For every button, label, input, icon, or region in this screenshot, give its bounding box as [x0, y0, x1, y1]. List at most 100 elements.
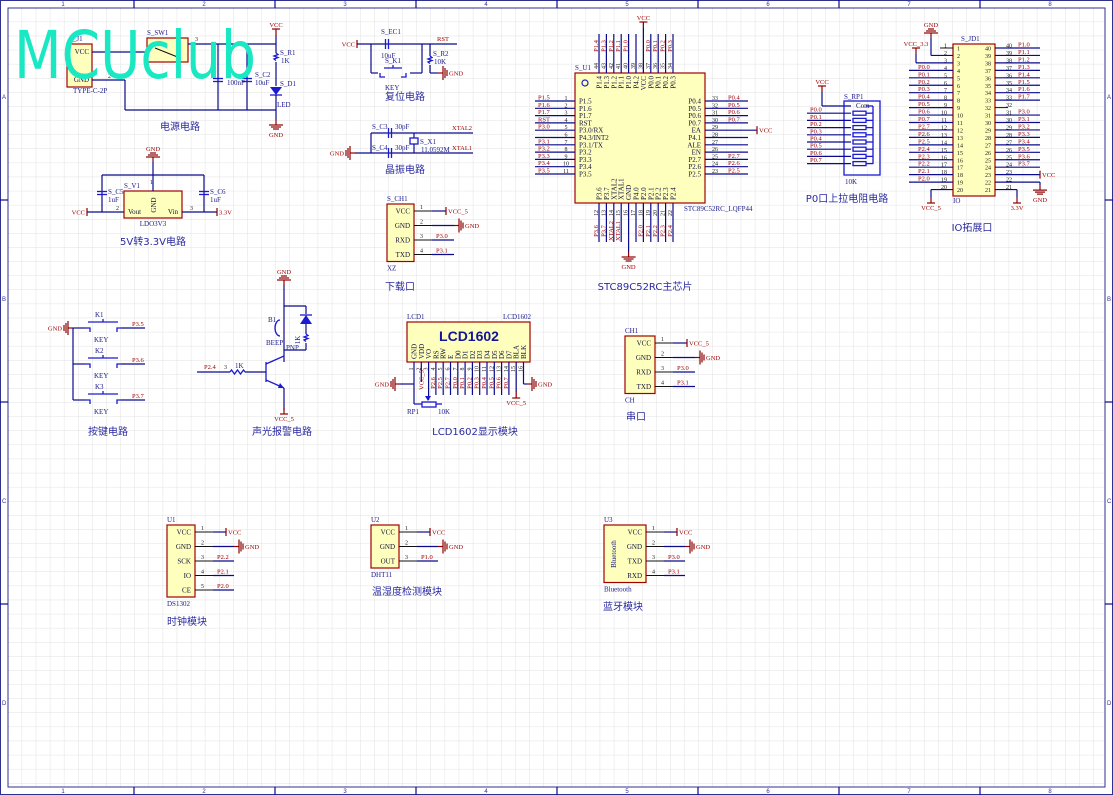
value: 1uF [108, 196, 119, 204]
power-port-label: VCC_5 [274, 416, 294, 423]
power-port-label: VCC [815, 79, 828, 86]
value: 1K [235, 362, 244, 370]
pin-number: 39 [985, 54, 991, 60]
designator: S_D1 [280, 80, 296, 88]
ground-label: GND [330, 151, 344, 158]
designator: LCD1 [407, 313, 425, 321]
net-label: P0.6 [918, 109, 930, 116]
net-label: P0.3 [667, 40, 674, 52]
pin-number: 11 [957, 121, 963, 127]
net-label: P0.0 [810, 107, 822, 114]
pin-number: 3 [652, 555, 655, 561]
value: 1uF [210, 196, 221, 204]
ground-label: GND [696, 544, 710, 551]
schematic-sheet: 1122334455667788A AB BC CD DS_J1VCCGNDTYPE-C… [0, 0, 1113, 795]
net-label: P1.4 [593, 39, 600, 51]
net-label: P2.2 [918, 161, 930, 168]
power-port-label: VCC [679, 530, 692, 537]
ground-label: GND [465, 223, 479, 230]
footprint-label: Bluetooth [604, 586, 632, 594]
pin-number: 30 [985, 121, 991, 127]
pin-number: 6 [957, 84, 960, 90]
frame-row-label: D [2, 701, 7, 707]
pin-number: 22 [1006, 178, 1012, 184]
net-label: P0.2 [466, 377, 473, 389]
net-label: P2.2 [217, 554, 229, 561]
net-label: VCC_5 [418, 370, 425, 390]
pin-name: IO [184, 572, 191, 580]
net-label: P3.1 [538, 138, 550, 145]
lcd-title: LCD1602 [439, 328, 499, 344]
designator: K2 [95, 347, 104, 355]
net-label: P3.2 [1018, 123, 1030, 130]
designator: K3 [95, 383, 104, 391]
power-port-label: VCC [432, 530, 445, 537]
pin-number: 24 [985, 166, 991, 172]
section-caption: 蓝牙模块 [603, 601, 643, 613]
pin-number: 3 [405, 555, 408, 561]
pin-number: 1 [661, 337, 664, 343]
pin-number: 23 [1006, 170, 1012, 176]
pin-name: GND [380, 543, 395, 551]
section-caption: 声光报警电路 [252, 425, 312, 438]
net-label: P1.7 [1018, 94, 1030, 101]
designator: S_C4 [372, 144, 388, 152]
section-caption: LCD1602显示模块 [432, 426, 518, 438]
ground-label: GND [924, 22, 938, 29]
pin-number: 13 [941, 133, 947, 139]
designator: S_C5 [108, 188, 124, 196]
net-label: P3.6 [1018, 153, 1030, 160]
net-label: P0.7 [503, 376, 510, 388]
pin-number: 1 [944, 44, 947, 50]
net-label: P2.6 [918, 131, 930, 138]
pin-number: 12 [941, 125, 947, 131]
pin-number: 6 [565, 133, 568, 139]
pin-name: GND [150, 197, 158, 212]
net-label: P2.3 [660, 225, 667, 237]
net-label: P3.7 [600, 224, 607, 236]
pin-number: 28 [1006, 133, 1012, 139]
pin-number: 21 [985, 188, 991, 194]
net-label: P3.6 [593, 224, 600, 236]
pin-number: 24 [1006, 163, 1012, 169]
pin-number: 5 [565, 125, 568, 131]
value: KEY [385, 84, 399, 92]
net-label: P0.7 [918, 116, 930, 123]
pin-number: 2 [405, 541, 408, 547]
pin-name: TXD [637, 383, 651, 391]
section-caption: 温湿度检测模块 [372, 585, 442, 598]
net-label: P0.3 [810, 128, 822, 135]
net-label: P3.0 [538, 124, 550, 131]
pin-number: 3 [420, 234, 423, 240]
net-label: P0.0 [452, 377, 459, 389]
pin-number: 2 [652, 541, 655, 547]
net-label: P2.7 [918, 123, 930, 130]
pin-number: 17 [957, 166, 963, 172]
part-label: STC89C52RC_LQFP44 [684, 205, 753, 213]
pin-name: VCC [637, 340, 652, 348]
pin-number: 21 [1006, 185, 1012, 191]
net-label: P1.7 [538, 109, 550, 116]
value: BEEP [266, 339, 283, 347]
net-label: P0.5 [810, 143, 822, 150]
net-label: P1.3 [600, 40, 607, 52]
net-label: P3.0 [436, 233, 448, 240]
designator: S_R2 [433, 50, 449, 58]
pin-number: 4 [652, 570, 655, 576]
pin-name: TXD [396, 251, 410, 259]
designator: U1 [167, 516, 176, 524]
net-label: P3.0 [677, 365, 689, 372]
net-label: P2.4 [204, 364, 216, 371]
pin-number: 31 [985, 114, 991, 120]
pin-name: GND [636, 354, 651, 362]
pin-number: 40 [985, 47, 991, 53]
pin-number: 26 [1006, 148, 1012, 154]
pin-number: 2 [661, 352, 664, 358]
net-label: P0.5 [488, 377, 495, 389]
net-label: P3.0 [668, 554, 680, 561]
pin-number: 2 [565, 103, 568, 109]
pin-name: GND [395, 222, 410, 230]
mcuclub-watermark-logo: MCUclub [14, 17, 256, 94]
value: 10K [845, 178, 857, 186]
ground-label: GND [622, 264, 636, 271]
